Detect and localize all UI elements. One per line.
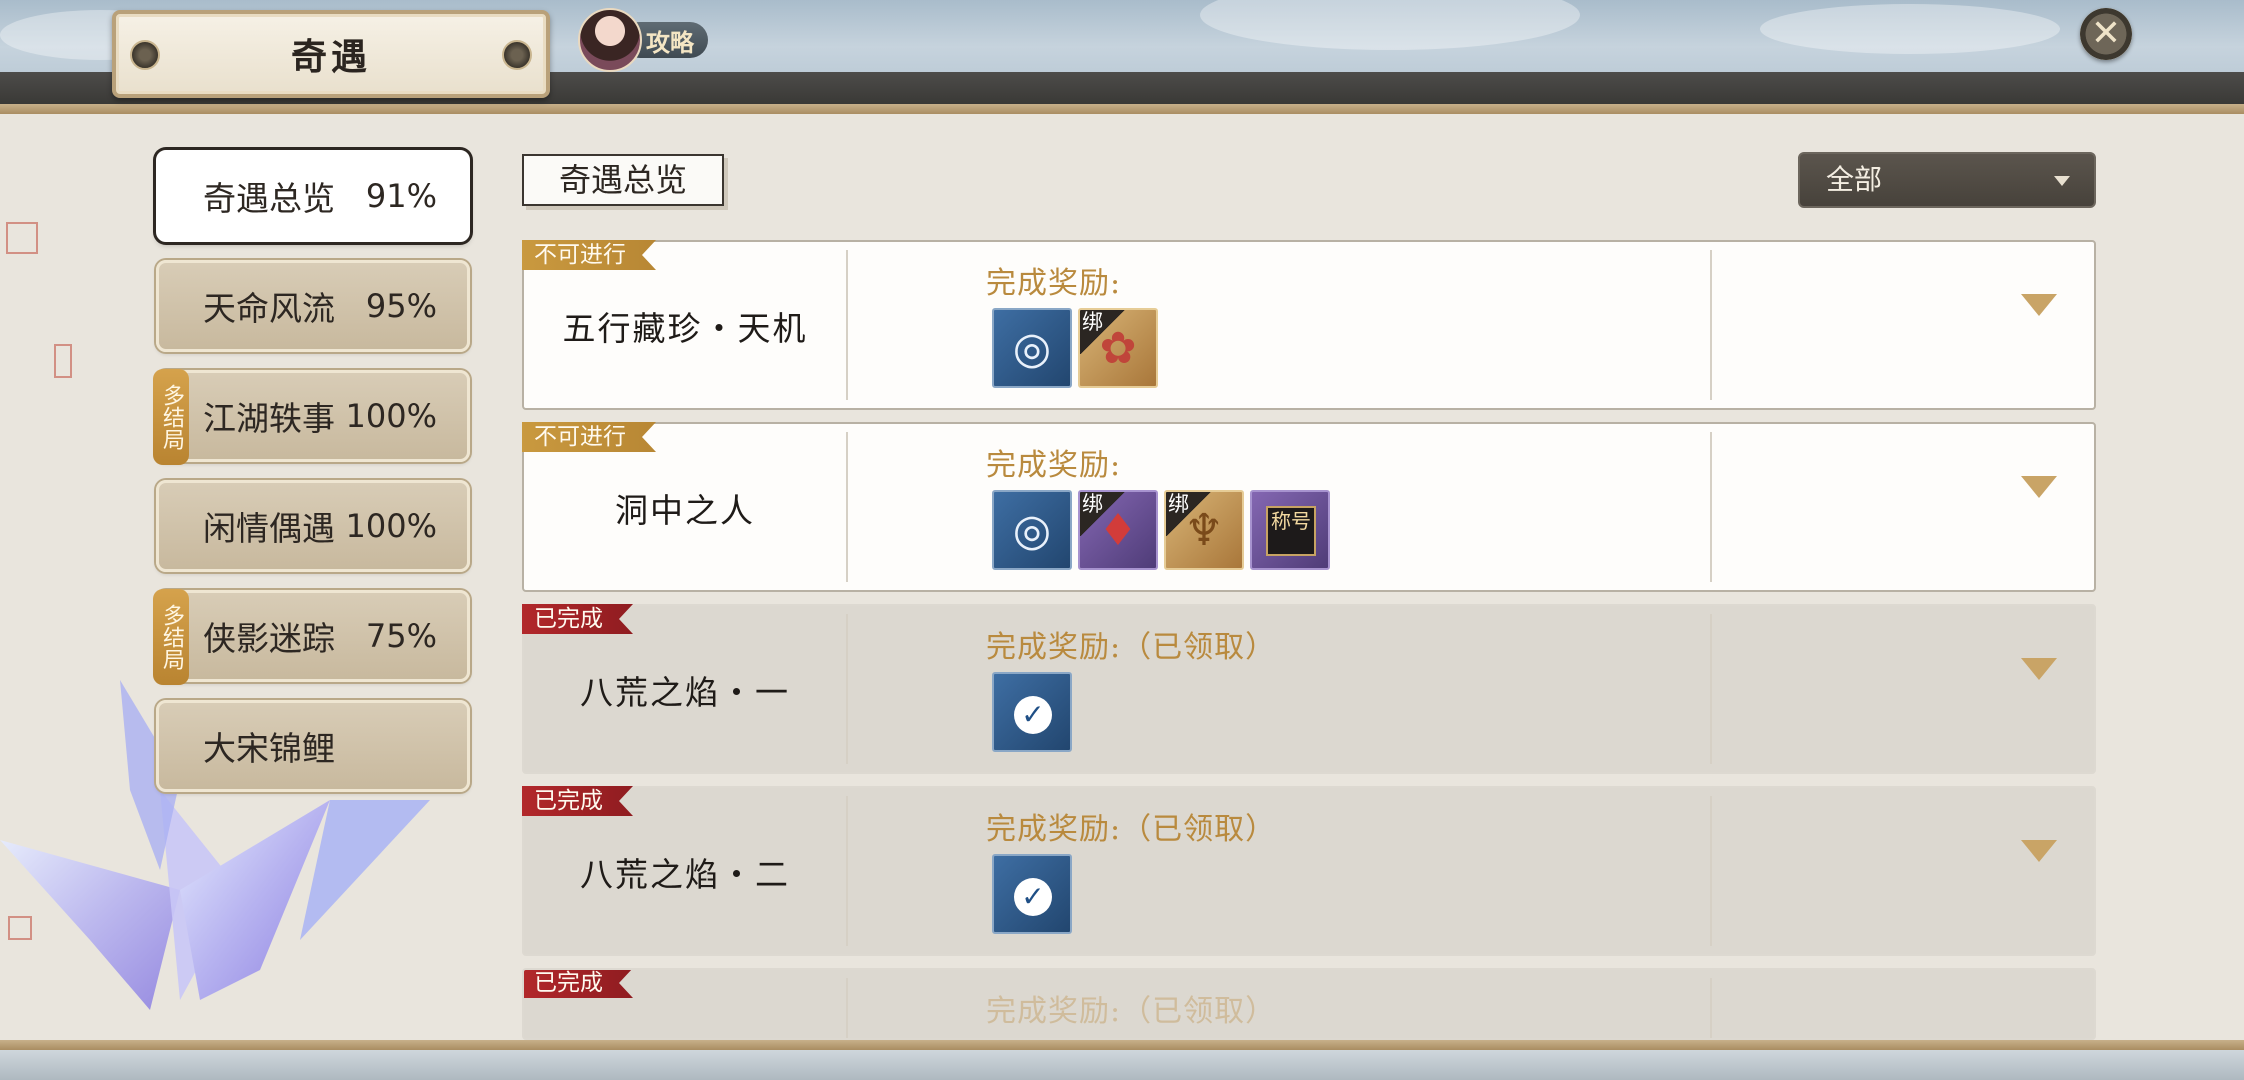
calligraphy-decoration: ​ — [10, 272, 28, 288]
tab-destiny-romance[interactable]: 天命风流 95% — [156, 260, 470, 352]
tab-song-koi[interactable]: 大宋锦鲤 — [156, 700, 470, 792]
reward-item[interactable]: ◎ ✓ — [992, 854, 1072, 934]
close-x-icon: ✕ — [2090, 13, 2122, 54]
chevron-down-icon — [2054, 176, 2070, 186]
silver-medallion-icon: ◎ — [1012, 504, 1052, 556]
guide-avatar-icon — [578, 8, 642, 72]
expand-arrow-icon[interactable] — [2021, 658, 2057, 680]
multi-ending-badge: 多结局 — [153, 369, 189, 465]
tab-label: 天命风流 — [203, 289, 335, 328]
reward-items: ◎ ♦ 绑 ♆ 绑 称号 — [992, 490, 1330, 570]
reward-label: 完成奖励: — [986, 448, 1122, 483]
multi-ending-badge: 多结局 — [153, 589, 189, 685]
reward-items: ◎ ✿ 绑 — [992, 308, 1158, 388]
reward-item[interactable]: ◎ ✓ — [992, 672, 1072, 752]
close-button[interactable]: ✕ — [2080, 8, 2132, 60]
status-ribbon: 不可进行 — [522, 422, 656, 452]
quest-card[interactable]: 已完成 八荒之焰・二 完成奖励:（已领取） ◎ ✓ — [522, 786, 2096, 956]
tab-percent: 95% — [365, 287, 437, 325]
bottom-trim — [0, 1040, 2244, 1050]
divider — [1710, 250, 1712, 400]
red-seal-stamp — [6, 222, 38, 254]
divider — [1710, 796, 1712, 946]
plaque-knob-icon — [502, 40, 532, 70]
divider — [846, 978, 848, 1038]
divider — [846, 250, 848, 400]
reward-item[interactable]: ✿ 绑 — [1078, 308, 1158, 388]
window-title: 奇遇 — [290, 36, 371, 78]
tab-percent: 100% — [345, 507, 437, 545]
expand-arrow-icon[interactable] — [2021, 294, 2057, 316]
tab-label: 江湖轶事 — [203, 399, 335, 438]
tab-label: 侠影迷踪 — [203, 619, 335, 658]
expand-arrow-icon[interactable] — [2021, 840, 2057, 862]
reward-items: ◎ ✓ — [992, 672, 1072, 752]
reward-label: 完成奖励:（已领取） — [986, 812, 1277, 847]
reward-item[interactable]: ◎ — [992, 308, 1072, 388]
bound-tag: 绑 — [1080, 310, 1126, 354]
divider — [846, 614, 848, 764]
tab-overview[interactable]: 奇遇总览 91% — [156, 150, 470, 242]
quest-card[interactable]: 已完成 完成奖励:（已领取） — [522, 968, 2096, 1040]
reward-label: 完成奖励:（已领取） — [986, 994, 1277, 1029]
bound-tag: 绑 — [1080, 492, 1126, 536]
tab-jianghu-anecdotes[interactable]: 多结局 江湖轶事 100% — [153, 369, 470, 465]
cloud-decoration — [1200, 0, 1580, 50]
divider — [1710, 432, 1712, 582]
quest-name: 洞中之人 — [615, 491, 755, 530]
quest-name: 八荒之焰・一 — [580, 673, 790, 712]
quest-card[interactable]: 已完成 八荒之焰・一 完成奖励:（已领取） ◎ ✓ — [522, 604, 2096, 774]
multi-ending-text: 多结局 — [159, 384, 184, 450]
tab-hero-traces[interactable]: 多结局 侠影迷踪 75% — [153, 589, 470, 685]
top-trim — [0, 104, 2244, 114]
tab-percent: 75% — [365, 617, 437, 655]
divider — [1710, 614, 1712, 764]
claimed-check-icon: ✓ — [1014, 696, 1052, 734]
status-ribbon: 不可进行 — [522, 240, 656, 270]
cloud-decoration — [1760, 4, 2060, 54]
status-ribbon: 已完成 — [522, 786, 633, 816]
reward-label: 完成奖励: — [986, 266, 1122, 301]
section-title: 奇遇总览 — [522, 154, 724, 206]
divider — [846, 796, 848, 946]
window-title-plaque: 奇遇 — [112, 10, 550, 98]
reward-item[interactable]: ♦ 绑 — [1078, 490, 1158, 570]
tab-label: 闲情偶遇 — [203, 509, 335, 548]
tab-percent: 100% — [345, 397, 437, 435]
quest-card[interactable]: 不可进行 五行藏珍・天机 完成奖励: ◎ ✿ 绑 — [522, 240, 2096, 410]
tab-label: 奇遇总览 — [203, 179, 335, 218]
tab-percent: 91% — [365, 177, 437, 215]
silver-medallion-icon: ◎ — [1012, 322, 1052, 374]
paper-crane-decoration — [0, 680, 430, 1010]
divider — [846, 432, 848, 582]
reward-item[interactable]: ◎ — [992, 490, 1072, 570]
filter-dropdown[interactable]: 全部 — [1798, 152, 2096, 208]
tab-leisure-encounters[interactable]: 闲情偶遇 100% — [156, 480, 470, 572]
reward-label: 完成奖励:（已领取） — [986, 630, 1277, 665]
quest-card[interactable]: 不可进行 洞中之人 完成奖励: ◎ ♦ 绑 ♆ 绑 称号 — [522, 422, 2096, 592]
title-badge-icon: 称号 — [1266, 506, 1316, 556]
quest-name: 五行藏珍・天机 — [562, 309, 808, 348]
status-ribbon: 已完成 — [522, 604, 633, 634]
claimed-check-icon: ✓ — [1014, 878, 1052, 916]
guide-button[interactable]: 攻略 — [578, 8, 708, 72]
quest-name: 八荒之焰・二 — [580, 855, 790, 894]
status-ribbon: 已完成 — [522, 968, 633, 998]
tab-label: 大宋锦鲤 — [203, 729, 335, 768]
reward-item[interactable]: 称号 — [1250, 490, 1330, 570]
reward-items: ◎ ✓ — [992, 854, 1072, 934]
divider — [1710, 978, 1712, 1038]
bound-tag: 绑 — [1166, 492, 1212, 536]
bottom-bar — [0, 1050, 2244, 1080]
plaque-knob-icon — [130, 40, 160, 70]
expand-arrow-icon[interactable] — [2021, 476, 2057, 498]
multi-ending-text: 多结局 — [159, 604, 184, 670]
reward-item[interactable]: ♆ 绑 — [1164, 490, 1244, 570]
red-seal-stamp — [54, 344, 72, 378]
filter-selected-value: 全部 — [1826, 163, 1883, 196]
